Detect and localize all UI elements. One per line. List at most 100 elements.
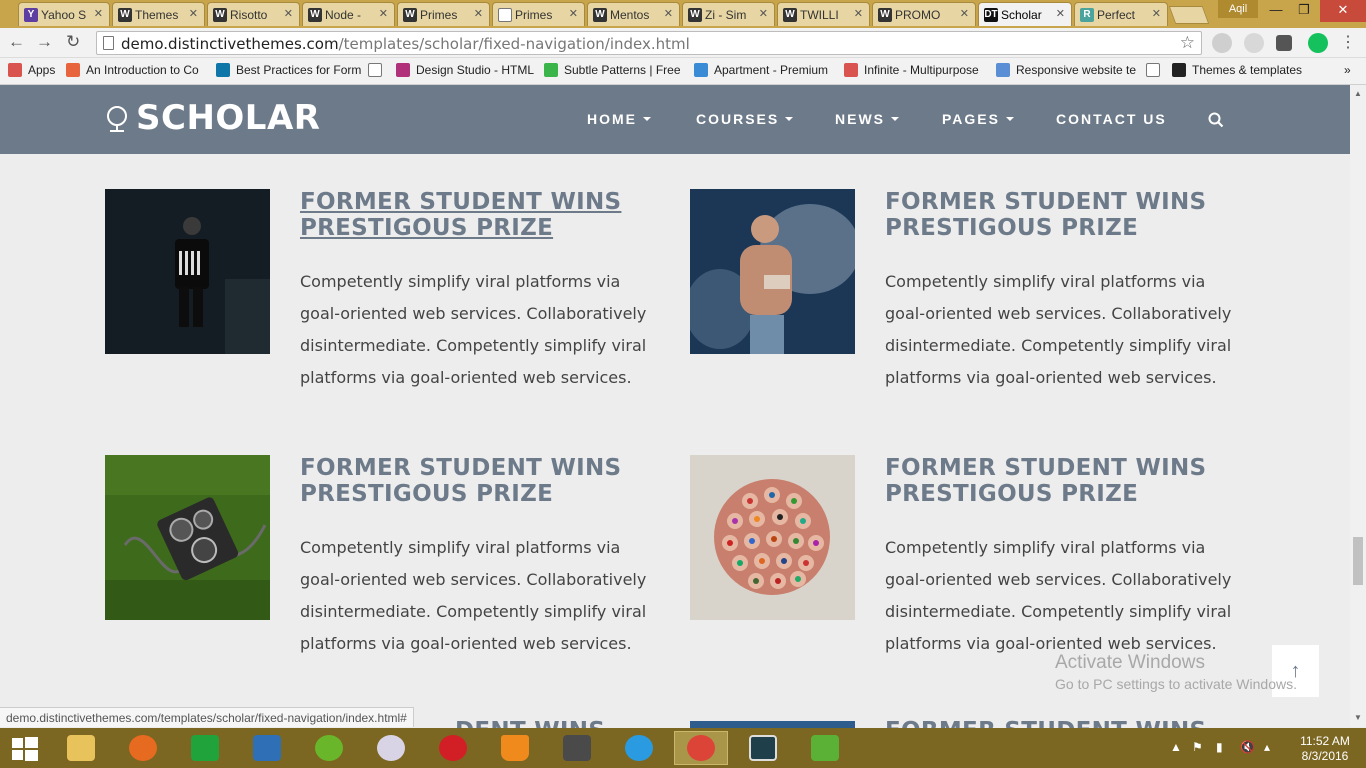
tab-close-icon[interactable]: ✕ [960, 7, 969, 20]
tab-close-icon[interactable]: ✕ [854, 7, 863, 20]
scroll-down-icon[interactable]: ▼ [1354, 713, 1362, 722]
tab-close-icon[interactable]: ✕ [569, 7, 578, 20]
bookmark-item[interactable]: An Introduction to Co [66, 63, 199, 77]
chrome-icon[interactable] [674, 731, 728, 765]
forward-arrow-icon[interactable]: → [36, 32, 53, 52]
browser-tab[interactable]: W Mentos ✕ [587, 2, 680, 26]
article-image-3[interactable] [105, 455, 270, 620]
file-explorer-icon[interactable] [54, 731, 108, 765]
bookmark-star-icon[interactable]: ☆ [1180, 33, 1195, 53]
minimize-icon[interactable]: — [1262, 0, 1290, 22]
tab-close-icon[interactable]: ✕ [94, 7, 103, 20]
site-logo[interactable]: SCHOLAR [136, 98, 320, 138]
bookmark-item[interactable]: Design Studio - HTML [396, 63, 534, 77]
vlc-icon[interactable] [488, 731, 542, 765]
tab-close-icon[interactable]: ✕ [1152, 7, 1161, 20]
site-header: SCHOLAR HOME COURSES NEWS PAGES CONTACT … [0, 85, 1350, 154]
browser-tab[interactable]: Y Yahoo S ✕ [18, 2, 110, 26]
volume-muted-icon[interactable]: 🔇 [1240, 740, 1255, 754]
nav-home[interactable]: HOME [587, 111, 651, 127]
article-title-5-partial[interactable]: DENT WINS [455, 718, 655, 728]
browser-tab[interactable]: W Primes ✕ [397, 2, 490, 26]
bookmark-favicon-icon [8, 63, 22, 77]
tab-close-icon[interactable]: ✕ [759, 7, 768, 20]
windows-start-icon[interactable] [12, 737, 38, 761]
search-icon[interactable] [1208, 112, 1224, 128]
nav-news[interactable]: NEWS [835, 111, 899, 127]
more-bookmarks-icon[interactable]: » [1344, 63, 1351, 77]
system-clock[interactable]: 11:52 AM 8/3/2016 [1290, 734, 1360, 764]
browser-tab[interactable]: W Risotto ✕ [207, 2, 300, 26]
article-title-2[interactable]: FORMER STUDENT WINS PRESTIGOUS PRIZE [885, 189, 1225, 241]
grammarly-icon[interactable] [1308, 33, 1328, 53]
opera-icon[interactable] [426, 731, 480, 765]
bookmark-item[interactable]: Apartment - Premium [694, 63, 828, 77]
bookmark-item[interactable]: Best Practices for Form [216, 63, 361, 77]
new-tab-button[interactable] [1168, 6, 1210, 24]
internet-explorer-icon[interactable] [612, 731, 666, 765]
article-title-1[interactable]: FORMER STUDENT WINS PRESTIGOUS PRIZE [300, 189, 640, 241]
scroll-up-icon[interactable]: ▲ [1354, 89, 1362, 98]
store-icon[interactable] [178, 731, 232, 765]
reload-icon[interactable]: ↻ [66, 32, 80, 52]
maximize-icon[interactable]: ❐ [1290, 0, 1318, 22]
extension-3-icon[interactable] [1276, 35, 1292, 51]
editor-app-icon[interactable] [736, 731, 790, 765]
close-icon[interactable]: ✕ [1320, 0, 1366, 22]
browser-tab[interactable]: W TWILLI ✕ [777, 2, 870, 26]
tab-close-icon[interactable]: ✕ [1056, 7, 1065, 20]
tray-expand-icon[interactable]: ▲ [1170, 740, 1182, 754]
nav-courses[interactable]: COURSES [696, 111, 794, 127]
sublime-text-icon[interactable] [550, 731, 604, 765]
tab-close-icon[interactable]: ✕ [379, 7, 388, 20]
article-image-2[interactable] [690, 189, 855, 354]
article-title-3[interactable]: FORMER STUDENT WINS PRESTIGOUS PRIZE [300, 455, 640, 507]
tab-close-icon[interactable]: ✕ [474, 7, 483, 20]
browser-tab[interactable]: W Zi - Sim ✕ [682, 2, 775, 26]
profile-button[interactable]: Aqil [1218, 0, 1258, 18]
tab-close-icon[interactable]: ✕ [189, 7, 198, 20]
mail-icon[interactable] [240, 731, 294, 765]
nav-pages[interactable]: PAGES [942, 111, 1014, 127]
bookmark-item[interactable]: Apps [8, 63, 55, 77]
article-title-4[interactable]: FORMER STUDENT WINS PRESTIGOUS PRIZE [885, 455, 1225, 507]
nav-contact[interactable]: CONTACT US [1056, 111, 1167, 127]
tab-close-icon[interactable]: ✕ [664, 7, 673, 20]
tab-favicon-icon: R [1080, 8, 1094, 22]
bookmark-label: Responsive website te [1016, 63, 1137, 77]
tab-title: Yahoo S [41, 8, 87, 22]
scroll-thumb[interactable] [1353, 537, 1363, 585]
bookmark-item[interactable]: Infinite - Multipurpose [844, 63, 979, 77]
address-bar[interactable]: demo.distinctivethemes.com/templates/sch… [96, 31, 1202, 55]
bookmark-label: An Introduction to Co [86, 63, 199, 77]
bookmark-item[interactable]: Themes & templates [1172, 63, 1302, 77]
bookmark-item[interactable]: Responsive website te [996, 63, 1136, 77]
browser-tab[interactable]: W Themes ✕ [112, 2, 205, 26]
paint-app-icon[interactable] [364, 731, 418, 765]
browser-tab[interactable]: R Perfect ✕ [1074, 2, 1168, 26]
network-icon[interactable]: ▴ [1264, 740, 1270, 754]
tab-close-icon[interactable]: ✕ [284, 7, 293, 20]
bookmark-item[interactable]: Subtle Patterns | Free [544, 63, 681, 77]
extension-1-icon[interactable] [1212, 33, 1232, 53]
power-icon[interactable]: ▮ [1216, 740, 1223, 754]
article-title-6-partial[interactable]: FORMER STUDENT WINS [885, 718, 1225, 728]
browser-tab[interactable]: W PROMO ✕ [872, 2, 976, 26]
article-image-1[interactable] [105, 189, 270, 354]
browser-tab[interactable]: DT Scholar ✕ [978, 2, 1072, 26]
menu-icon[interactable]: ⋮ [1340, 32, 1356, 52]
bookmark-item[interactable] [368, 63, 388, 77]
article-image-4[interactable] [690, 455, 855, 620]
action-center-icon[interactable]: ⚑ [1192, 740, 1203, 754]
firefox-icon[interactable] [116, 731, 170, 765]
article-image-6-partial[interactable] [690, 721, 855, 728]
extension-2-icon[interactable] [1244, 33, 1264, 53]
windows-taskbar: ▲ ⚑ ▮ 🔇 ▴ 11:52 AM 8/3/2016 [0, 728, 1366, 768]
browser-tab[interactable]: W Node - ✕ [302, 2, 395, 26]
bookmark-item[interactable] [1146, 63, 1166, 77]
page-scrollbar[interactable]: ▲ ▼ [1350, 85, 1366, 727]
green-app-icon[interactable] [302, 731, 356, 765]
browser-tab[interactable]: Primes ✕ [492, 2, 585, 26]
bluestacks-icon[interactable] [798, 731, 852, 765]
back-arrow-icon[interactable]: ← [8, 32, 25, 52]
